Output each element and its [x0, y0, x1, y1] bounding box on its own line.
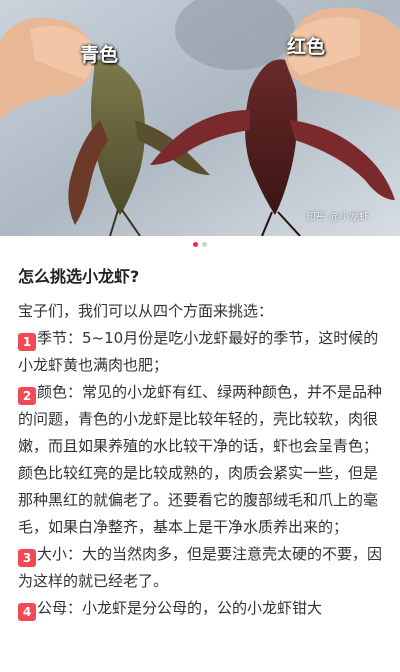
number-4-badge-icon: 4	[18, 603, 36, 621]
crayfish-photo-illustration	[0, 0, 400, 236]
carousel-dot-1[interactable]	[193, 242, 198, 247]
photo-label-green: 青色	[80, 44, 119, 66]
number-3-badge-icon: 3	[18, 549, 36, 567]
number-2-badge-icon: 2	[18, 387, 36, 405]
list-item: 3 大小：大的当然肉多，但是要注意壳太硬的不要，因为这样的就已经老了。	[18, 541, 382, 595]
list-item-text: 颜色：常见的小龙虾有红、绿两种颜色，并不是品种的问题，青色的小龙虾是比较年轻的，…	[18, 383, 383, 536]
post-intro: 宝子们，我们可以从四个方面来挑选：	[18, 302, 274, 320]
list-item: 4 公母：小龙虾是分公母的，公的小龙虾钳大	[18, 595, 382, 622]
post-title: 怎么挑选小龙虾?	[18, 267, 140, 286]
carousel-dot-2[interactable]	[202, 242, 207, 247]
list-item-text: 大小：大的当然肉多，但是要注意壳太硬的不要，因为这样的就已经老了。	[18, 545, 383, 590]
number-1-badge-icon: 1	[18, 333, 36, 351]
list-item: 1 季节：5~10月份是吃小龙虾最好的季节，这时候的小龙虾黄也满肉也肥；	[18, 325, 382, 379]
list-item: 2 颜色：常见的小龙虾有红、绿两种颜色，并不是品种的问题，青色的小龙虾是比较年轻的…	[18, 379, 382, 541]
list-item-text: 公母：小龙虾是分公母的，公的小龙虾钳大	[37, 599, 323, 617]
post-photo[interactable]: 青色 红色 知乎 @小龙虾	[0, 0, 400, 236]
post-body: 宝子们，我们可以从四个方面来挑选： 1 季节：5~10月份是吃小龙虾最好的季节，这…	[18, 298, 382, 622]
list-item-text: 季节：5~10月份是吃小龙虾最好的季节，这时候的小龙虾黄也满肉也肥；	[18, 329, 379, 374]
photo-watermark: 知乎 @小龙虾	[306, 212, 370, 223]
photo-label-red: 红色	[287, 36, 326, 58]
carousel-indicator[interactable]	[0, 242, 400, 247]
